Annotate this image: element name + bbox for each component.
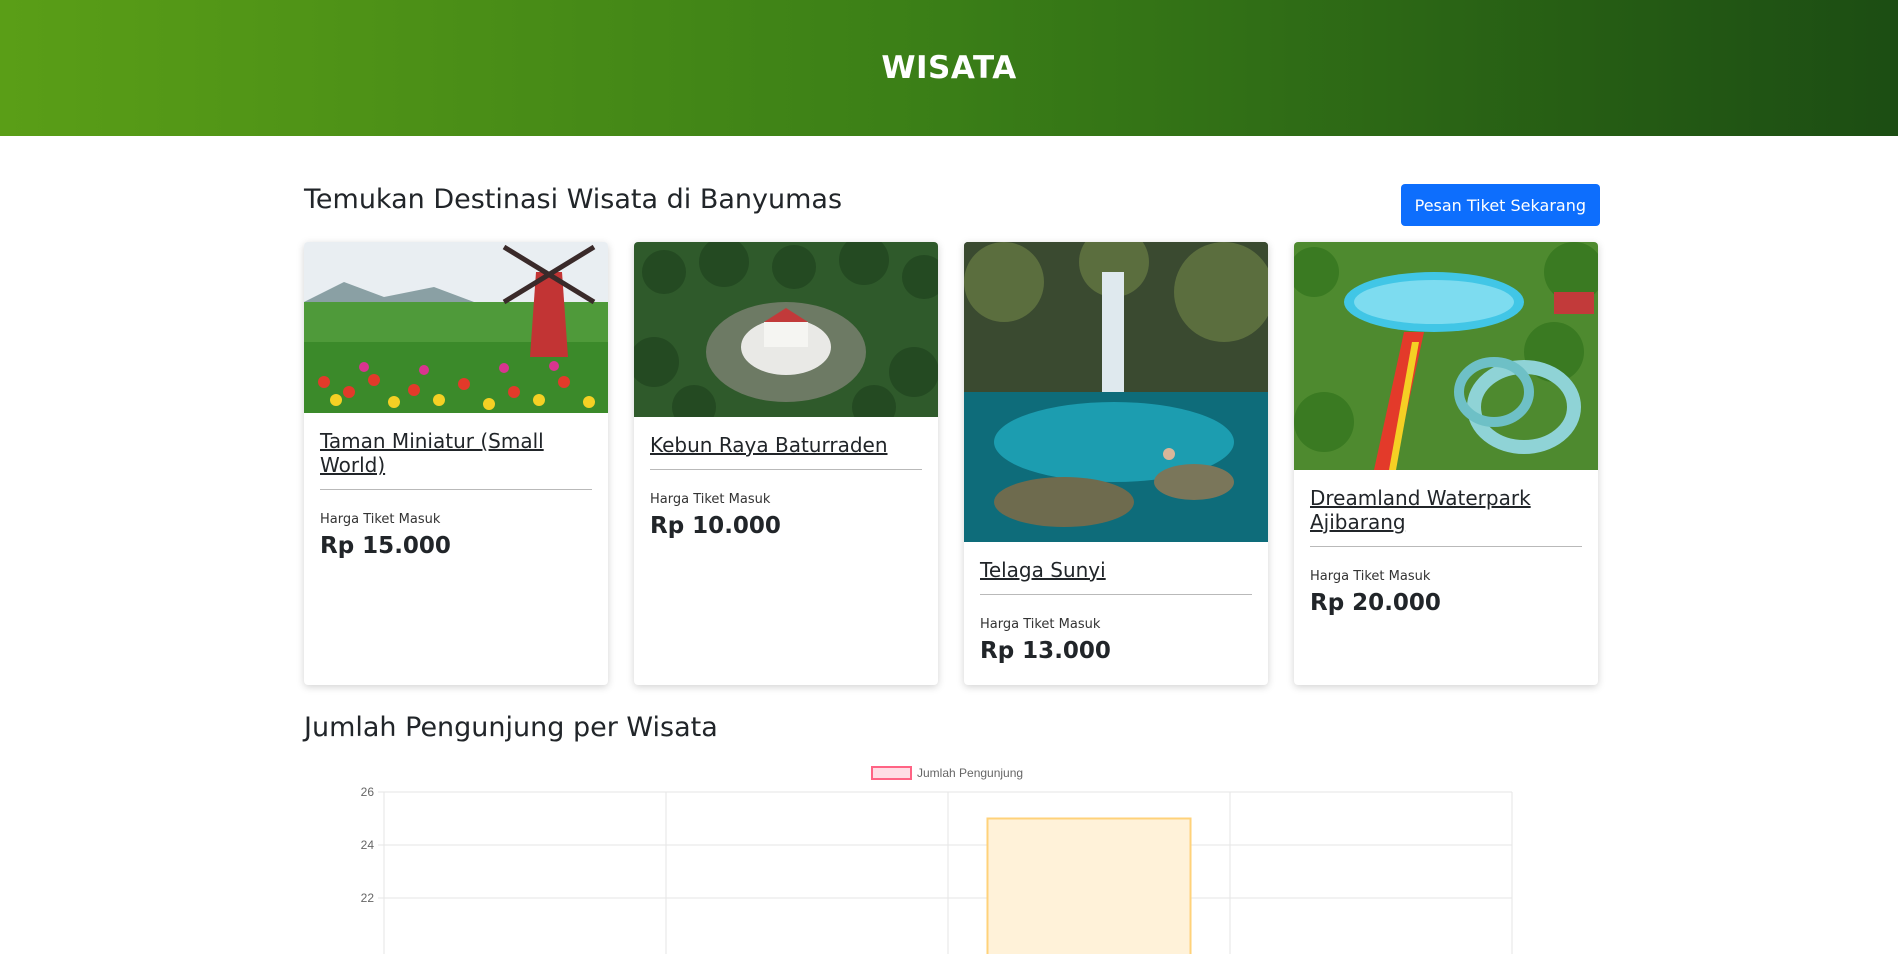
price-value: Rp 20.000 [1310, 590, 1441, 616]
main-content: Temukan Destinasi Wisata di Banyumas Pes… [304, 136, 1600, 958]
card-body: Dreamland Waterpark Ajibarang Harga Tike… [1294, 470, 1598, 616]
price-value: Rp 13.000 [980, 638, 1111, 664]
card-body: Telaga Sunyi Harga Tiket Masuk Rp 13.000 [964, 542, 1268, 664]
destination-image [634, 242, 938, 417]
destination-image [1294, 242, 1598, 470]
card-body: Taman Miniatur (Small World) Harga Tiket… [304, 413, 608, 559]
chart-bar[interactable] [986, 817, 1192, 958]
price-label: Harga Tiket Masuk [320, 512, 441, 527]
destination-cards: Taman Miniatur (Small World) Harga Tiket… [304, 242, 1600, 685]
book-ticket-button[interactable]: Pesan Tiket Sekarang [1400, 184, 1600, 226]
destination-image [304, 242, 608, 413]
chart-section-title: Jumlah Pengunjung per Wisata [304, 712, 718, 743]
price-value: Rp 15.000 [320, 533, 451, 559]
destination-name-link[interactable]: Dreamland Waterpark Ajibarang [1310, 486, 1582, 547]
visitor-bar-chart: Jumlah Pengunjung 26 24 22 [361, 766, 1513, 958]
price-label: Harga Tiket Masuk [650, 492, 771, 507]
section-title: Temukan Destinasi Wisata di Banyumas [304, 184, 843, 215]
destination-card: Kebun Raya Baturraden Harga Tiket Masuk … [634, 242, 938, 685]
card-body: Kebun Raya Baturraden Harga Tiket Masuk … [634, 417, 938, 539]
y-tick-label: 26 [361, 785, 375, 799]
destination-name-link[interactable]: Kebun Raya Baturraden [650, 433, 922, 470]
site-title: WISATA [881, 50, 1017, 86]
price-value: Rp 10.000 [650, 513, 781, 539]
destination-card: Taman Miniatur (Small World) Harga Tiket… [304, 242, 608, 685]
price-label: Harga Tiket Masuk [980, 617, 1101, 632]
destination-name-link[interactable]: Taman Miniatur (Small World) [320, 429, 592, 490]
legend-swatch [871, 766, 912, 780]
y-tick-label: 22 [361, 891, 375, 905]
destination-card: Dreamland Waterpark Ajibarang Harga Tike… [1294, 242, 1598, 685]
y-tick-label: 24 [361, 838, 375, 852]
visitor-chart: Jumlah Pengunjung 26 24 22 [304, 754, 1600, 958]
legend-label: Jumlah Pengunjung [917, 766, 1023, 780]
header-bar: WISATA [0, 0, 1898, 136]
section-header: Temukan Destinasi Wisata di Banyumas Pes… [304, 136, 1600, 242]
destination-card: Telaga Sunyi Harga Tiket Masuk Rp 13.000 [964, 242, 1268, 685]
price-label: Harga Tiket Masuk [1310, 569, 1431, 584]
destination-name-link[interactable]: Telaga Sunyi [980, 558, 1252, 595]
destination-image [964, 242, 1268, 542]
